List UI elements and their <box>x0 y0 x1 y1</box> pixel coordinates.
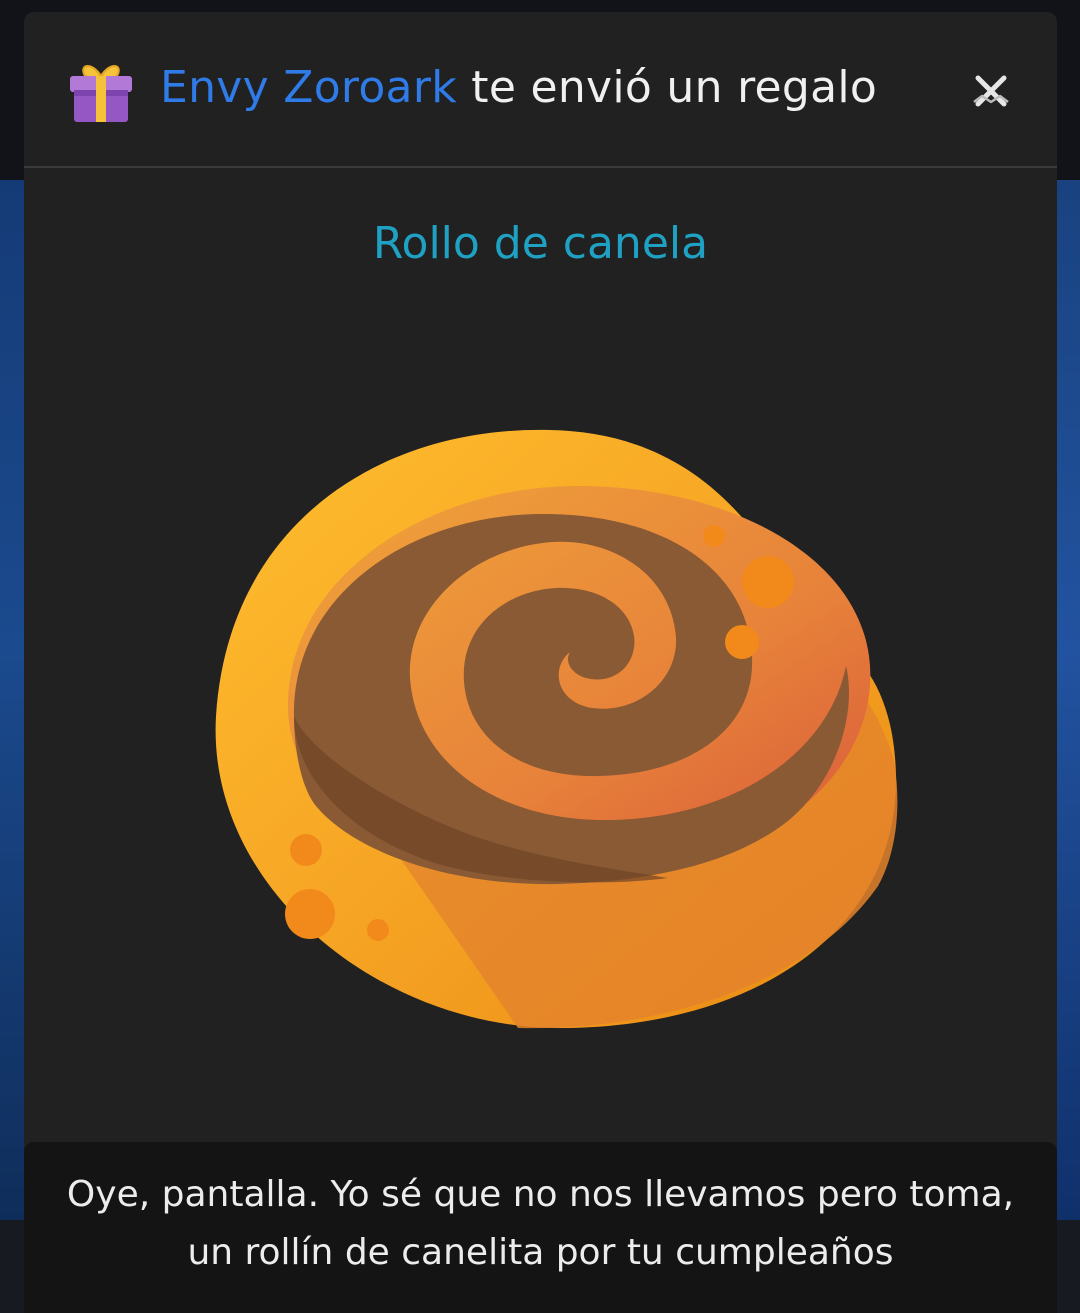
gift-dialog: Envy Zoroark te envió un regalo Rollo de… <box>24 12 1057 1313</box>
dialog-title: Envy Zoroark te envió un regalo <box>160 56 877 120</box>
dialog-header: Envy Zoroark te envió un regalo <box>24 12 1057 168</box>
sender-name[interactable]: Envy Zoroark <box>160 62 457 113</box>
item-title: Rollo de canela <box>372 218 709 269</box>
close-icon[interactable] <box>968 68 1014 114</box>
cinnamon-roll-icon <box>215 429 898 1029</box>
background-strip-right <box>1056 180 1080 1220</box>
dialog-title-suffix: te envió un regalo <box>457 62 878 113</box>
gift-icon <box>70 65 132 122</box>
gift-message: Oye, pantalla. Yo sé que no nos llevamos… <box>24 1142 1057 1313</box>
gift-message-text: Oye, pantalla. Yo sé que no nos llevamos… <box>66 1174 1015 1273</box>
background-strip-left <box>0 180 24 1220</box>
